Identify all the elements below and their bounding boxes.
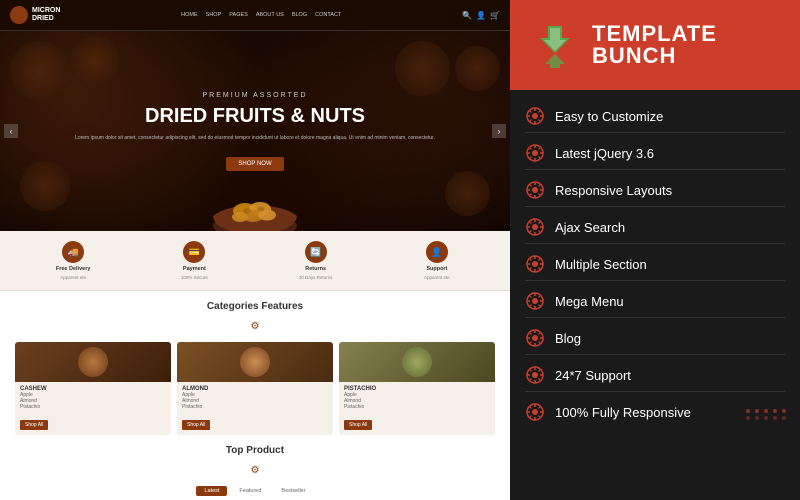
responsive-text: Responsive Layouts: [555, 183, 672, 198]
feature-mega-menu: Mega Menu: [525, 285, 785, 318]
hero-next-arrow[interactable]: ›: [492, 124, 506, 138]
feature-payment: 💳 Payment 100% Secure: [136, 241, 252, 280]
blog-icon: [525, 328, 545, 348]
nav-shop: SHOP: [206, 12, 222, 18]
hero-title: DRIED FRUITS & NUTS: [60, 105, 450, 127]
tab-featured[interactable]: Featured: [231, 486, 269, 496]
category-pistachio: PISTACHIO AppleAlmondPistachio Shop All: [339, 342, 495, 435]
right-panel: TEMPLATE BUNCH Easy to Customize: [510, 0, 800, 500]
dots-decoration: [746, 409, 788, 420]
delivery-label: Free Delivery: [56, 266, 91, 272]
jquery-text: Latest jQuery 3.6: [555, 146, 654, 161]
brand-name: TEMPLATE: [592, 23, 717, 45]
feature-delivery: 🚚 Free Delivery Apparent ete: [15, 241, 131, 280]
tab-bestseller[interactable]: Bestseller: [273, 486, 313, 496]
multiple-section-icon: [525, 254, 545, 274]
cart-icon: 🛒: [490, 11, 500, 20]
nav-about: ABOUT US: [256, 12, 284, 18]
nav-contact: CONTACT: [315, 12, 341, 18]
hero-section: ‹ › PREMIUM ASSORTED DRIED FRUITS & NUTS…: [0, 31, 510, 231]
feature-ajax: Ajax Search: [525, 211, 785, 244]
ajax-icon: [525, 217, 545, 237]
fully-responsive-text: 100% Fully Responsive: [555, 405, 691, 420]
feature-responsive: Responsive Layouts: [525, 174, 785, 207]
user-icon: 👤: [476, 11, 486, 20]
support-sub: Apparent ete: [424, 275, 450, 280]
logo-area: MICRON DRIED: [10, 6, 60, 24]
feature-customize: Easy to Customize: [525, 100, 785, 133]
pistachio-items: AppleAlmondPistachio: [344, 392, 490, 410]
support247-icon: [525, 365, 545, 385]
logo-icon: [10, 6, 28, 24]
customize-icon: [525, 106, 545, 126]
brand-text-area: TEMPLATE BUNCH: [592, 23, 717, 67]
pistachio-btn[interactable]: Shop All: [344, 420, 372, 430]
payment-icon: 💳: [183, 241, 205, 263]
returns-icon: 🔄: [305, 241, 327, 263]
hero-desc: Lorem ipsum dolor sit amet, consectetur …: [60, 135, 450, 142]
nav-links: HOME SHOP PAGES ABOUT US BLOG CONTACT: [68, 12, 454, 18]
support247-text: 24*7 Support: [555, 368, 631, 383]
features-row: 🚚 Free Delivery Apparent ete 💳 Payment 1…: [0, 231, 510, 291]
feature-multiple-section: Multiple Section: [525, 248, 785, 281]
feature-blog: Blog: [525, 322, 785, 355]
nav-icons: 🔍 👤 🛒: [462, 11, 500, 20]
feature-jquery: Latest jQuery 3.6: [525, 137, 785, 170]
feature-support: 👤 Support Apparent ete: [379, 241, 495, 280]
nav-bar: MICRON DRIED HOME SHOP PAGES ABOUT US BL…: [0, 0, 510, 31]
support-label: Support: [426, 266, 447, 272]
returns-sub: 30 Days Returns: [299, 275, 333, 280]
nav-blog: BLOG: [292, 12, 307, 18]
main-content: Categories Features ⚙ CASHEW AppleAlmond…: [0, 291, 510, 500]
category-cashew: CASHEW AppleAlmondPistachio Shop All: [15, 342, 171, 435]
hero-prev-arrow[interactable]: ‹: [4, 124, 18, 138]
returns-label: Returns: [305, 266, 326, 272]
delivery-icon: 🚚: [62, 241, 84, 263]
categories-title: Categories Features: [15, 301, 495, 312]
divider-icon-2: ⚙: [251, 465, 260, 476]
cashew-btn[interactable]: Shop All: [20, 420, 48, 430]
brand-header: TEMPLATE BUNCH: [510, 0, 800, 90]
support-icon: 👤: [426, 241, 448, 263]
brand-name-2: BUNCH: [592, 45, 717, 67]
top-product-divider: ⚙: [15, 460, 495, 478]
main-bowl-image: [205, 161, 305, 231]
feature-returns: 🔄 Returns 30 Days Returns: [258, 241, 374, 280]
almond-btn[interactable]: Shop All: [182, 420, 210, 430]
feature-support: 24*7 Support: [525, 359, 785, 392]
delivery-sub: Apparent ete: [60, 275, 86, 280]
jquery-icon: [525, 143, 545, 163]
category-almond: ALMOND AppleAlmondPistachio Shop All: [177, 342, 333, 435]
search-icon: 🔍: [462, 11, 472, 20]
mega-menu-icon: [525, 291, 545, 311]
payment-sub: 100% Secure: [181, 275, 208, 280]
website-preview: MICRON DRIED HOME SHOP PAGES ABOUT US BL…: [0, 0, 510, 500]
categories-grid: CASHEW AppleAlmondPistachio Shop All ALM…: [15, 342, 495, 435]
almond-items: AppleAlmondPistachio: [182, 392, 328, 410]
ajax-text: Ajax Search: [555, 220, 625, 235]
cashew-items: AppleAlmondPistachio: [20, 392, 166, 410]
payment-label: Payment: [183, 266, 206, 272]
nav-home: HOME: [181, 12, 198, 18]
responsive-icon: [525, 180, 545, 200]
divider-icon: ⚙: [251, 321, 260, 332]
hero-content: PREMIUM ASSORTED DRIED FRUITS & NUTS Lor…: [0, 92, 510, 171]
blog-text: Blog: [555, 331, 581, 346]
logo-text: MICRON DRIED: [32, 7, 60, 24]
categories-divider: ⚙: [15, 316, 495, 334]
hero-subtitle: PREMIUM ASSORTED: [60, 92, 450, 99]
tab-latest[interactable]: Latest: [196, 486, 227, 496]
product-tabs: Latest Featured Bestseller: [15, 486, 495, 496]
customize-text: Easy to Customize: [555, 109, 663, 124]
nav-pages: PAGES: [229, 12, 248, 18]
multiple-section-text: Multiple Section: [555, 257, 647, 272]
fully-responsive-icon: [525, 402, 545, 422]
mega-menu-text: Mega Menu: [555, 294, 624, 309]
features-list: Easy to Customize Latest jQuery 3.6: [510, 90, 800, 500]
brand-logo: [530, 18, 580, 73]
top-product-title: Top Product: [15, 445, 495, 456]
